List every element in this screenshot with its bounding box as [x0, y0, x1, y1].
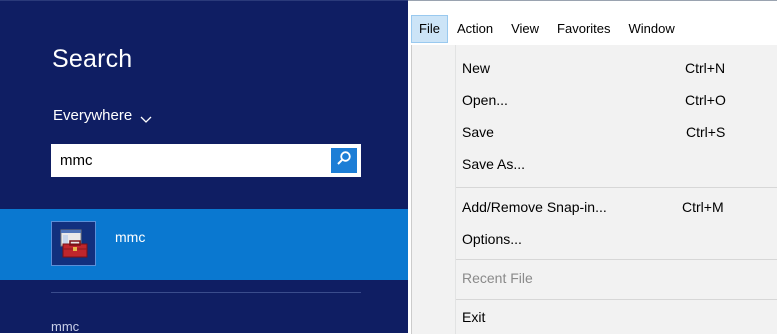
- search-title: Search: [52, 45, 133, 73]
- menu-item-label: Save: [462, 124, 494, 140]
- search-result-mmc[interactable]: mmc: [51, 319, 79, 334]
- search-result-label: mmc: [115, 229, 146, 245]
- search-result-mmc-selected[interactable]: mmc: [0, 209, 408, 280]
- chevron-down-icon: [140, 111, 152, 123]
- search-box: [51, 144, 361, 177]
- menu-separator: [456, 259, 777, 260]
- menu-item-label: Recent File: [462, 270, 533, 286]
- menu-item-shortcut: Ctrl+O: [685, 92, 726, 108]
- search-panel: Search Everywhere mmc mmc mmc: [0, 0, 408, 334]
- menu-icon-gutter: [412, 45, 456, 334]
- menu-action[interactable]: Action: [448, 15, 502, 43]
- menu-item-label: Open...: [462, 92, 508, 108]
- menu-item-exit[interactable]: Exit: [456, 303, 777, 333]
- menu-item-open[interactable]: Open... Ctrl+O: [456, 86, 777, 116]
- search-input[interactable]: [51, 144, 327, 177]
- menu-item-shortcut: Ctrl+N: [685, 60, 726, 76]
- menu-favorites[interactable]: Favorites: [548, 15, 619, 43]
- mmc-app-icon: [51, 221, 96, 266]
- menu-file[interactable]: File: [411, 15, 448, 43]
- menu-item-save[interactable]: Save Ctrl+S: [456, 118, 777, 148]
- menu-item-label: New: [462, 60, 491, 76]
- menu-separator: [456, 187, 777, 188]
- results-divider: [51, 292, 361, 293]
- menu-item-label: Options...: [462, 231, 522, 247]
- mmc-window: File Action View Favorites Window New Ct…: [408, 0, 777, 334]
- file-menu-dropdown: New Ctrl+N Open... Ctrl+O Save Ctrl+S Sa…: [411, 45, 777, 334]
- search-scope-label: Everywhere: [53, 107, 133, 124]
- menu-item-add-remove-snap-in[interactable]: Add/Remove Snap-in... Ctrl+M: [456, 193, 777, 223]
- menu-item-options[interactable]: Options...: [456, 225, 777, 255]
- menu-item-save-as[interactable]: Save As...: [456, 150, 777, 180]
- search-button[interactable]: [331, 148, 357, 173]
- menu-item-shortcut: Ctrl+M: [682, 199, 724, 215]
- search-scope-dropdown[interactable]: Everywhere: [53, 107, 152, 124]
- menu-window[interactable]: Window: [620, 15, 684, 43]
- search-icon: [336, 150, 352, 171]
- menu-bar: File Action View Favorites Window: [408, 1, 777, 45]
- menu-item-recent-file: Recent File: [456, 264, 777, 294]
- menu-item-label: Exit: [462, 309, 486, 325]
- menu-item-shortcut: Ctrl+S: [686, 124, 726, 140]
- menu-item-new[interactable]: New Ctrl+N: [456, 54, 777, 84]
- menu-item-label: Add/Remove Snap-in...: [462, 199, 607, 215]
- menu-view[interactable]: View: [502, 15, 548, 43]
- menu-item-label: Save As...: [462, 156, 526, 172]
- menu-separator: [456, 299, 777, 300]
